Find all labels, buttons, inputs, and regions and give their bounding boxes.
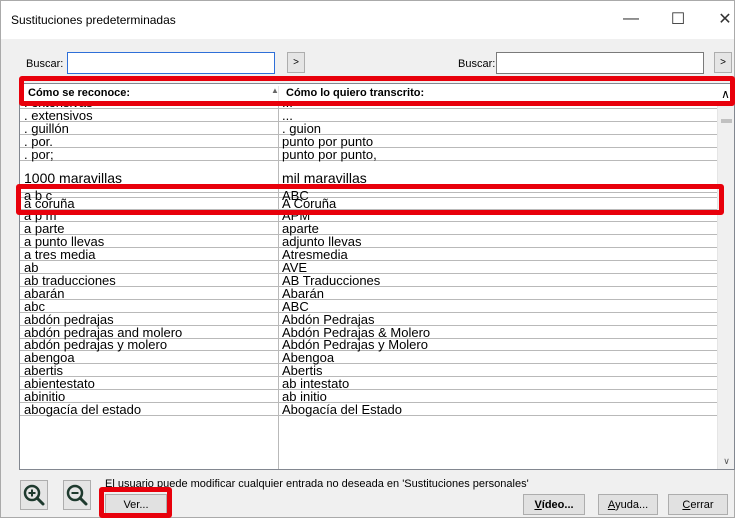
search-input-1[interactable] — [67, 52, 275, 74]
minimize-button[interactable]: — — [621, 9, 641, 29]
cell-transcribed: Abarán — [282, 285, 324, 301]
column-header-recognized[interactable]: Cómo se reconoce: — [28, 87, 130, 99]
table-row[interactable]: . extensivos... — [20, 107, 717, 123]
cell-transcribed: . guion — [282, 120, 322, 136]
table-row[interactable]: abengoa Abengoa — [20, 351, 717, 365]
table-body: . extensivas.... extensivos.... guillón.… — [20, 103, 717, 469]
maximize-button[interactable]: ☐ — [668, 9, 688, 29]
cell-recognized: . por. — [24, 133, 53, 149]
table-row[interactable]: . guillón . guion — [20, 120, 717, 136]
cell-recognized: abdón pedrajas — [24, 311, 114, 327]
table-row[interactable]: abertis Abertis — [20, 364, 717, 378]
search-label-2: Buscar: — [458, 58, 496, 70]
title-bar: Sustituciones predeterminadas — ☐ ✕ — [1, 1, 734, 39]
search-go-button-1[interactable]: > — [287, 52, 305, 73]
video-button[interactable]: Vídeo... — [523, 494, 585, 515]
search-label-1: Buscar: — [26, 58, 64, 70]
help-button-label: yuda... — [615, 498, 649, 511]
zoom-in-button[interactable] — [20, 480, 48, 510]
close-dialog-label: errar — [690, 498, 714, 511]
table-row[interactable]: a parte aparte — [20, 222, 717, 236]
zoom-in-icon — [23, 484, 45, 506]
close-dialog-button[interactable]: Cerrar — [668, 494, 728, 515]
table-row[interactable]: a p m APM — [20, 209, 717, 223]
cell-transcribed: AB Traducciones — [282, 272, 381, 288]
chevron-down-icon[interactable]: ∨ — [718, 453, 734, 469]
table-header: Cómo se reconoce: ▲ Cómo lo quiero trans… — [20, 84, 734, 103]
table-row[interactable]: ab traducciones AB Traducciones — [20, 272, 717, 288]
chevron-up-icon[interactable]: ∧ — [717, 84, 734, 103]
close-dialog-accel: C — [682, 498, 691, 511]
help-button-accel: A — [607, 498, 616, 511]
table-row[interactable]: abarán Abarán — [20, 285, 717, 301]
cell-recognized: . extensivos — [24, 107, 93, 123]
table-row[interactable]: a coruña A Coruña — [20, 197, 717, 210]
table-row[interactable]: abogacía del estado Abogacía del Estado — [20, 401, 717, 417]
zoom-out-icon — [66, 484, 88, 506]
cell-recognized: 1000 maravillas — [24, 169, 123, 186]
cell-recognized: abogacía del estado — [24, 401, 142, 417]
table-row[interactable]: . por. punto por punto — [20, 133, 717, 149]
window-title: Sustituciones predeterminadas — [11, 13, 176, 27]
search-input-2[interactable] — [496, 52, 704, 74]
cell-recognized: abarán — [24, 285, 65, 301]
cell-transcribed: Abogacía del Estado — [282, 401, 402, 417]
cell-transcribed: punto por punto — [282, 133, 374, 149]
cell-transcribed: Abdón Pedrajas — [282, 311, 375, 327]
cell-recognized: abc — [24, 298, 45, 314]
search-go-button-2[interactable]: > — [714, 52, 732, 73]
cell-recognized: . guillón — [24, 120, 69, 136]
table-row[interactable]: abdón pedrajas y molero Abdón Pedrajas y … — [20, 338, 717, 352]
table-row[interactable]: a punto llevas adjunto llevas — [20, 235, 717, 249]
table-row[interactable]: abdón pedrajas Abdón Pedrajas — [20, 311, 717, 327]
close-button[interactable]: ✕ — [715, 9, 735, 29]
video-button-label: ídeo... — [541, 498, 574, 511]
table-row[interactable]: abc ABC — [20, 298, 717, 314]
table-row[interactable]: a tres media Atresmedia — [20, 248, 717, 262]
cell-transcribed: ... — [282, 107, 293, 123]
cell-transcribed: punto por punto, — [282, 146, 377, 162]
cell-recognized: ab traducciones — [24, 272, 116, 288]
column-divider[interactable] — [278, 86, 279, 101]
table-row[interactable]: . extensivas... — [20, 103, 717, 109]
table-row[interactable]: . por; punto por punto, — [20, 146, 717, 162]
column-header-transcribed[interactable]: Cómo lo quiero transcrito: — [286, 87, 424, 99]
substitutions-table: Cómo se reconoce: ▲ Cómo lo quiero trans… — [19, 83, 735, 470]
zoom-out-button[interactable] — [63, 480, 91, 510]
column-divider-line — [278, 103, 279, 469]
scrollbar-thumb[interactable] — [721, 119, 732, 123]
help-button[interactable]: Ayuda... — [598, 494, 658, 515]
table-row[interactable]: a b c ABC — [20, 189, 717, 202]
dialog-window: Sustituciones predeterminadas — ☐ ✕ Busc… — [0, 0, 735, 518]
cell-transcribed: ABC — [282, 298, 309, 314]
cell-recognized: . por; — [24, 146, 54, 162]
table-row[interactable]: abientestato ab intestato — [20, 377, 717, 391]
cell-transcribed: mil maravillas — [282, 169, 367, 186]
vertical-scrollbar[interactable]: ∨ — [717, 103, 734, 469]
info-text: El usuario puede modificar cualquier ent… — [105, 478, 529, 490]
view-button[interactable]: Ver... — [105, 494, 167, 515]
video-button-accel: V — [534, 498, 542, 511]
